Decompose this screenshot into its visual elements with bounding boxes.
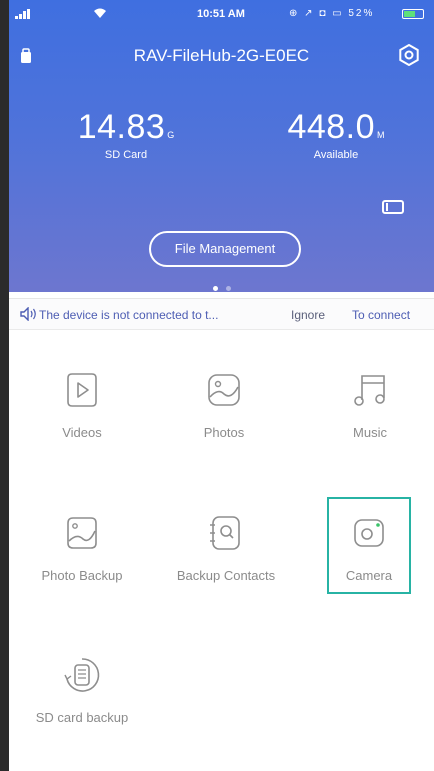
signal-icon	[15, 9, 31, 19]
connect-link[interactable]: To connect	[352, 308, 410, 322]
status-indicators: ⊕ ↗ ◘ ▭ 52%	[289, 8, 375, 19]
wifi-icon	[94, 8, 106, 18]
available-stat: 448.0 M Available	[271, 108, 401, 161]
tile-label: Camera	[345, 568, 393, 583]
tile-videos[interactable]: Videos	[22, 370, 142, 440]
settings-icon[interactable]	[398, 44, 420, 66]
available-unit: M	[377, 130, 385, 140]
device-name: RAV-FileHub-2G-E0EC	[133, 46, 310, 65]
music-icon	[354, 375, 385, 406]
tile-backup-contacts[interactable]: Backup Contacts	[166, 513, 286, 583]
photo-icon	[208, 374, 240, 406]
notice-message: The device is not connected to t...	[39, 308, 219, 322]
header-panel: 10:51 AM ⊕ ↗ ◘ ▭ 52% RAV-FileHub-2G-E0EC…	[9, 0, 434, 292]
sd-card-value: 14.83	[77, 108, 166, 146]
tile-camera[interactable]: Camera	[309, 513, 429, 583]
status-time: 10:51 AM	[197, 8, 245, 20]
tile-photo-backup[interactable]: Photo Backup	[22, 513, 142, 583]
tile-label: Photo Backup	[41, 568, 123, 583]
photo-backup-icon	[67, 517, 97, 549]
sd-card-backup-icon	[64, 658, 100, 692]
status-bar: 10:51 AM ⊕ ↗ ◘ ▭ 52%	[9, 6, 434, 24]
sd-card-label: SD Card	[104, 149, 148, 161]
page-dot	[225, 286, 231, 291]
page-indicator	[9, 278, 434, 296]
sd-card-unit: G	[167, 130, 175, 140]
tile-sd-card-backup[interactable]: SD card backup	[22, 655, 142, 725]
tile-music[interactable]: Music	[310, 370, 430, 440]
file-management-button[interactable]: File Management	[149, 231, 301, 267]
ignore-link[interactable]: Ignore	[291, 308, 325, 322]
sd-card-icon[interactable]	[382, 200, 404, 214]
tile-label: Photos	[203, 425, 245, 440]
available-label: Available	[313, 149, 359, 161]
contacts-icon	[210, 516, 240, 550]
sd-card-stat: 14.83 G SD Card	[61, 108, 191, 161]
tile-label: SD card backup	[35, 710, 129, 725]
battery-icon	[402, 9, 424, 19]
tile-label: Music	[353, 425, 387, 440]
speaker-icon	[20, 307, 36, 321]
tile-label: Backup Contacts	[176, 568, 276, 583]
tile-photos[interactable]: Photos	[164, 370, 284, 440]
connection-notice: The device is not connected to t... Igno…	[9, 298, 434, 330]
available-value: 448.0	[287, 108, 376, 146]
play-icon	[67, 373, 97, 407]
camera-icon	[354, 519, 384, 547]
page-dot-active	[212, 286, 218, 291]
tile-label: Videos	[62, 425, 102, 440]
